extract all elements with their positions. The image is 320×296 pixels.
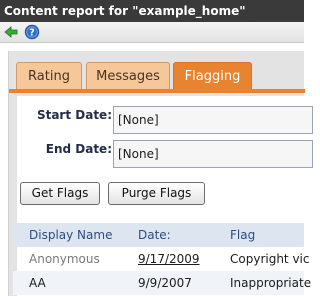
cell-date-link[interactable]: 9/17/2009	[138, 247, 200, 271]
table-row[interactable]: AA 9/9/2007 Inappropriate	[13, 271, 311, 295]
cell-flag: Copyright vic	[230, 252, 310, 266]
table-row[interactable]: Anonymous 9/17/2009 Copyright vic	[13, 247, 309, 271]
help-icon[interactable]: ?	[24, 24, 40, 40]
get-flags-button[interactable]: Get Flags	[20, 182, 100, 205]
table-header: Display Name Date: Flag	[13, 223, 304, 247]
start-date-field[interactable]: [None]	[113, 106, 313, 134]
tab-flagging[interactable]: Flagging	[173, 62, 252, 89]
tab-underline	[9, 89, 305, 93]
cell-display-name: Anonymous	[29, 252, 100, 266]
tab-rating[interactable]: Rating	[16, 62, 82, 89]
window-title: Content report for "example_home"	[0, 0, 304, 22]
cell-display-name: AA	[29, 276, 46, 290]
toolbar: ?	[0, 22, 304, 43]
svg-text:?: ?	[29, 28, 35, 39]
purge-flags-button[interactable]: Purge Flags	[108, 182, 205, 205]
tab-messages[interactable]: Messages	[86, 62, 170, 89]
column-header-date[interactable]: Date:	[138, 223, 171, 247]
column-header-flag[interactable]: Flag	[230, 223, 255, 247]
end-date-field[interactable]: [None]	[113, 140, 313, 168]
start-date-label: Start Date:	[36, 108, 112, 122]
end-date-label: End Date:	[45, 142, 112, 156]
cell-flag: Inappropriate	[230, 276, 312, 290]
cell-date: 9/9/2007	[138, 276, 192, 290]
green-back-arrow-icon[interactable]	[3, 24, 19, 40]
column-header-display-name[interactable]: Display Name	[29, 223, 112, 247]
